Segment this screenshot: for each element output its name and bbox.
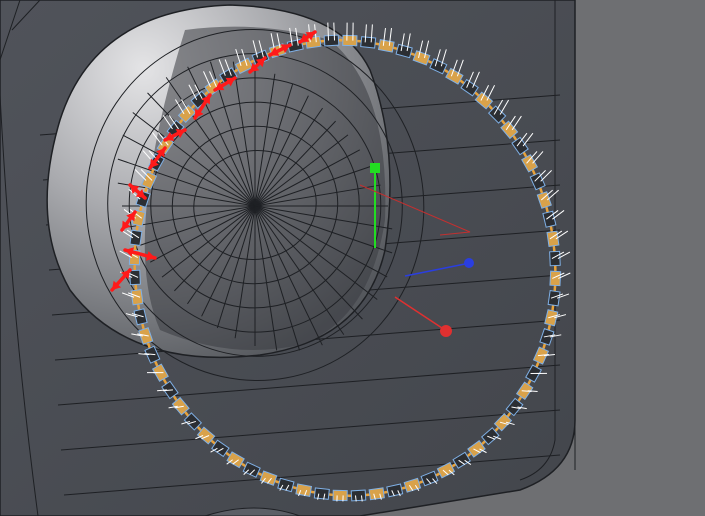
ring-tooth[interactable] <box>323 34 340 47</box>
scene-canvas[interactable] <box>0 0 705 516</box>
ring-tooth[interactable] <box>342 34 358 47</box>
ring-tooth[interactable] <box>313 487 330 500</box>
ring-tooth[interactable] <box>332 489 348 502</box>
gizmo-y-handle[interactable] <box>370 163 380 173</box>
ring-tooth[interactable] <box>295 483 313 497</box>
ring-tooth[interactable] <box>360 36 377 49</box>
gizmo-z-handle[interactable] <box>464 258 474 268</box>
ring-tooth[interactable] <box>129 229 143 247</box>
ring-tooth[interactable] <box>368 487 385 501</box>
ring-tooth[interactable] <box>350 489 367 502</box>
ring-tooth[interactable] <box>546 230 560 247</box>
ring-tooth[interactable] <box>377 39 395 53</box>
3d-viewport[interactable] <box>0 0 705 516</box>
gizmo-x-handle[interactable] <box>440 325 452 337</box>
